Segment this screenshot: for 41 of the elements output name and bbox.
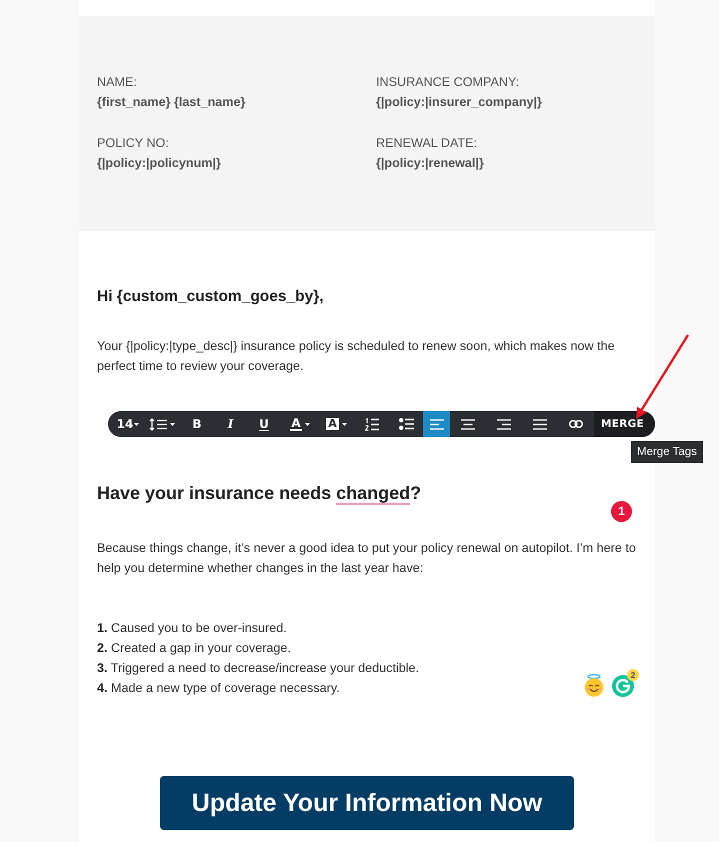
field-label: NAME: <box>97 74 137 91</box>
greeting-text: Hi {custom_custom_goes_by}, <box>97 287 325 307</box>
italic-button[interactable]: I <box>214 411 247 437</box>
smiling-face-with-halo-icon[interactable] <box>584 674 604 697</box>
field-value: {first_name} {last_name} <box>97 94 246 111</box>
align-left-button[interactable] <box>423 411 450 437</box>
highlight-button[interactable]: A <box>319 411 354 437</box>
tooltip: Merge Tags <box>631 441 703 463</box>
list-item: 2. Created a gap in your coverage. <box>97 640 291 657</box>
text-color-button[interactable]: A <box>281 411 319 437</box>
bulleted-list-icon <box>398 418 414 430</box>
field-value: {|policy:|policynum|} <box>97 155 221 172</box>
list-item: 1. Caused you to be over-insured. <box>97 620 287 637</box>
bold-button[interactable]: B <box>180 411 214 437</box>
field-label: POLICY NO: <box>97 135 169 152</box>
field-label: RENEWAL DATE: <box>376 135 477 152</box>
underline-button[interactable]: U <box>247 411 281 437</box>
field-label: INSURANCE COMPANY: <box>376 74 520 91</box>
count-badge: 2 <box>627 669 639 681</box>
align-center-icon <box>461 418 475 430</box>
caret-icon <box>170 422 175 426</box>
caret-icon <box>342 422 347 426</box>
update-information-button[interactable]: Update Your Information Now <box>160 776 574 830</box>
font-size-button[interactable]: 14 <box>108 411 144 437</box>
section-heading: Have your insurance needs changed? <box>97 482 422 506</box>
align-right-icon <box>497 418 511 430</box>
list-item: 4. Made a new type of coverage necessary. <box>97 680 340 697</box>
merge-button[interactable]: MERGE <box>594 411 655 437</box>
caret-icon <box>304 422 310 426</box>
list-item: 3. Triggered a need to decrease/increase your deductible. <box>97 660 420 677</box>
field-value: {|policy:|insurer_company|} <box>376 94 542 111</box>
alert-count-badge[interactable]: 1 <box>611 501 632 522</box>
caret-icon <box>134 422 140 426</box>
body-paragraph: Because things change, it’s never a good idea to put your policy renewal on autopilot. I’m here to help you determine whether changes in the last year have: <box>97 540 637 577</box>
link-icon <box>569 420 583 428</box>
line-spacing-icon <box>149 418 167 430</box>
field-value: {|policy:|renewal|} <box>376 155 484 172</box>
numbered-list-icon <box>364 418 378 430</box>
justify-icon <box>533 418 547 430</box>
align-left-icon <box>430 418 444 430</box>
body-paragraph: Your {|policy:|type_desc|} insurance policy is scheduled to renew soon, which makes now the perfect time to review your coverage. <box>97 338 616 375</box>
